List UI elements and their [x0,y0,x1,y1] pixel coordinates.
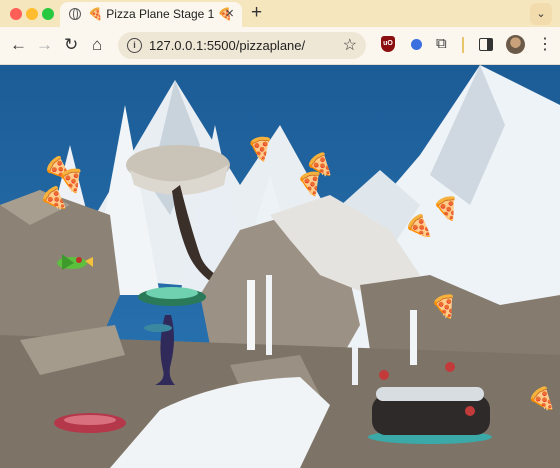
mushroom-tree-cap-top [146,287,198,299]
pizza-slice[interactable]: 🍕 [428,291,459,321]
waterfall-2 [266,275,272,355]
url-text[interactable]: 127.0.0.1:5500/pizzaplane/ [149,38,305,53]
back-arrow-icon[interactable]: ← [10,35,27,55]
browser-toolbar: ← → ↻ ⌂ i 127.0.0.1:5500/pizzaplane/ ☆ u… [0,27,560,65]
tab-strip: 🍕 Pizza Plane Stage 1 🍕 × + ⌄ [0,0,560,27]
close-icon[interactable]: × [225,5,234,22]
puzzle-icon[interactable]: ⧉ [436,35,447,52]
snowy-log-top [376,387,484,401]
pizza-slice[interactable]: 🍕 [430,193,461,223]
extension-dot-icon[interactable] [411,39,422,50]
waterfall-1 [247,280,255,350]
waterfall-4 [352,345,358,385]
waterfall-3 [410,310,417,365]
info-icon[interactable]: i [127,38,142,53]
kebab-menu-icon[interactable]: ⋮ [537,34,553,54]
ublock-extension-icon[interactable]: uO [381,36,395,52]
tab-search-dropdown-button[interactable]: ⌄ [530,3,552,25]
globe-icon [69,8,81,20]
new-tab-button[interactable]: + [251,2,262,24]
red-mushroom-spots [64,415,116,425]
profile-avatar[interactable] [506,35,525,54]
log-mushroom-1 [379,370,389,380]
toolbar-divider [462,37,464,53]
game-scene [0,65,560,468]
home-icon[interactable]: ⌂ [92,35,102,55]
window-minimize-button[interactable] [26,8,38,20]
pizza-slice[interactable]: 🍕 [526,385,558,415]
reload-icon[interactable]: ↻ [64,35,78,55]
forward-arrow-icon[interactable]: → [36,35,53,55]
mushroom-tree-small-cap [144,324,172,332]
tab-title: 🍕 Pizza Plane Stage 1 🍕 [88,7,233,21]
star-icon[interactable]: ☆ [343,35,357,55]
side-panel-icon[interactable] [479,38,493,51]
window-close-button[interactable] [10,8,22,20]
address-bar[interactable]: i 127.0.0.1:5500/pizzaplane/ ☆ [118,32,366,59]
tab-pizza-plane[interactable]: 🍕 Pizza Plane Stage 1 🍕 × [60,2,242,27]
log-mushroom-3 [465,406,475,416]
game-canvas[interactable]: 🍕 🍕 🍕 🍕 🍕 🍕 🍕 🍕 🍕 🍕 [0,65,560,468]
window-maximize-button[interactable] [42,8,54,20]
log-mushroom-2 [445,362,455,372]
